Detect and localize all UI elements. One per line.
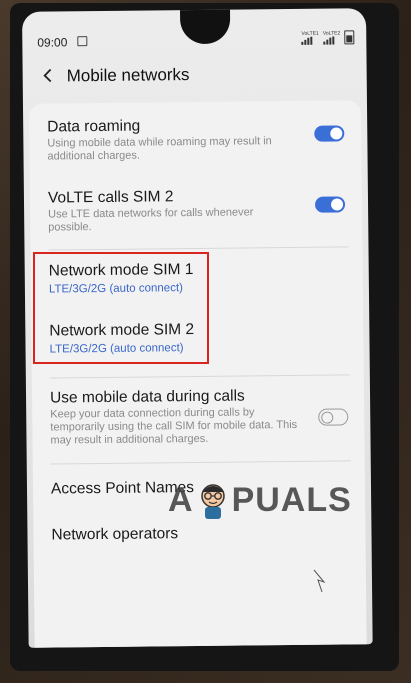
divider — [50, 460, 351, 465]
setting-title: Use mobile data during calls — [49, 387, 245, 407]
battery-icon — [344, 30, 355, 45]
setting-subtitle: Use LTE data networks for calls whenever… — [48, 206, 254, 234]
page-title: Mobile networks — [66, 65, 190, 86]
app-bar: Mobile networks — [23, 58, 367, 98]
watermark-text: PUALS — [231, 480, 352, 519]
signal-icon: VoLTE2 — [323, 30, 341, 45]
setting-title: Network operators — [51, 525, 179, 544]
notification-icon — [77, 36, 88, 47]
status-bar: 09:00 VoLTE1 VoLTE2 — [22, 30, 366, 52]
setting-title: VoLTE calls SIM 2 — [47, 188, 174, 207]
volte-sim2-toggle[interactable] — [314, 196, 346, 213]
divider — [48, 246, 349, 251]
signal-icon: VoLTE1 — [301, 30, 319, 45]
screen-scratch-mark — [313, 569, 326, 593]
setting-volte-calls-sim2[interactable]: VoLTE calls SIM 2 Use LTE data networks … — [48, 186, 298, 235]
mobile-data-calls-toggle[interactable] — [318, 408, 349, 426]
setting-network-operators[interactable]: Network operators — [51, 524, 178, 545]
setting-mobile-data-during-calls[interactable]: Use mobile data during calls Keep your d… — [50, 386, 306, 448]
status-icons: VoLTE1 VoLTE2 — [301, 30, 355, 45]
setting-title: Data roaming — [47, 117, 141, 136]
watermark-text: A — [168, 480, 194, 519]
appuals-watermark: A PUALS — [168, 480, 352, 520]
divider — [49, 374, 350, 379]
data-roaming-toggle[interactable] — [314, 125, 345, 142]
back-arrow-icon[interactable] — [41, 67, 57, 83]
status-time: 09:00 — [37, 35, 68, 50]
mascot-icon — [200, 484, 225, 519]
setting-subtitle: Keep your data connection during calls b… — [50, 406, 298, 447]
setting-subtitle: Using mobile data while roaming may resu… — [47, 135, 272, 163]
setting-data-roaming[interactable]: Data roaming Using mobile data while roa… — [47, 115, 307, 164]
red-highlight-box — [33, 252, 209, 364]
